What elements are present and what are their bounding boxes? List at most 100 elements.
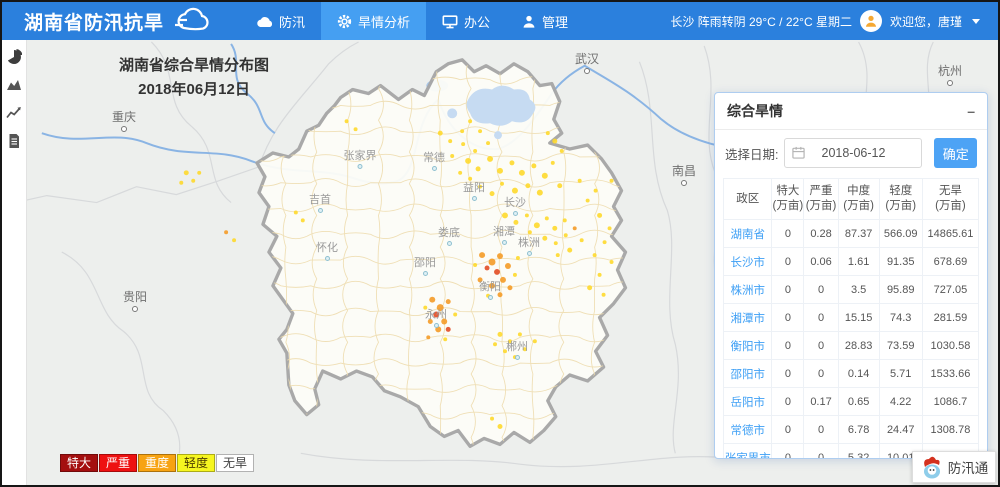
widget-label: 防汛通 bbox=[948, 457, 989, 477]
value-cell: 15.15 bbox=[838, 304, 879, 332]
value-cell: 6.78 bbox=[838, 416, 879, 444]
table-row[interactable]: 衡阳市0028.8373.591030.58 bbox=[724, 332, 979, 360]
area-chart-icon[interactable] bbox=[5, 76, 23, 94]
value-cell: 5.32 bbox=[838, 444, 879, 460]
dropdown-caret-icon[interactable] bbox=[972, 19, 980, 24]
main-nav: 防汛 旱情分析 办公 bbox=[240, 2, 584, 40]
value-cell: 0 bbox=[772, 360, 804, 388]
map-title: 湖南省综合旱情分布图 2018年06月12日 bbox=[54, 54, 334, 102]
legend-item: 特大 bbox=[60, 454, 98, 472]
top-navbar: 湖南省防汛抗旱 防汛 旱情分析 bbox=[2, 2, 998, 40]
value-cell: 4.22 bbox=[879, 388, 922, 416]
value-cell: 1308.78 bbox=[922, 416, 978, 444]
value-cell: 0 bbox=[772, 304, 804, 332]
value-cell: 0 bbox=[804, 416, 838, 444]
value-cell: 0.14 bbox=[838, 360, 879, 388]
panel-title: 综合旱情 bbox=[727, 101, 783, 121]
left-toolbar bbox=[2, 40, 27, 485]
value-cell: 0 bbox=[772, 332, 804, 360]
table-row[interactable]: 株洲市003.595.89727.05 bbox=[724, 276, 979, 304]
nav-item-flood[interactable]: 防汛 bbox=[240, 2, 321, 40]
pie-chart-icon[interactable] bbox=[5, 48, 23, 66]
value-cell: 0.17 bbox=[804, 388, 838, 416]
col-header-extreme: 特大(万亩) bbox=[772, 179, 804, 220]
app-title: 湖南省防汛抗旱 bbox=[24, 8, 164, 35]
value-cell: 1.61 bbox=[838, 248, 879, 276]
drought-summary-panel: 综合旱情 – 选择日期: 确定 bbox=[714, 92, 988, 459]
welcome-text[interactable]: 欢迎您，唐瑾 bbox=[890, 13, 962, 30]
table-row[interactable]: 湘潭市0015.1574.3281.59 bbox=[724, 304, 979, 332]
value-cell: 1030.58 bbox=[922, 332, 978, 360]
region-link[interactable]: 株洲市 bbox=[724, 276, 772, 304]
value-cell: 0.06 bbox=[804, 248, 838, 276]
region-link[interactable]: 湘潭市 bbox=[724, 304, 772, 332]
table-header-row: 政区 特大(万亩) 严重(万亩) 中度(万亩) 轻度(万亩) 无旱(万亩) bbox=[724, 179, 979, 220]
avatar[interactable] bbox=[860, 10, 882, 32]
value-cell: 74.3 bbox=[879, 304, 922, 332]
region-link[interactable]: 邵阳市 bbox=[724, 360, 772, 388]
value-cell: 281.59 bbox=[922, 304, 978, 332]
region-link[interactable]: 衡阳市 bbox=[724, 332, 772, 360]
line-chart-icon[interactable] bbox=[5, 104, 23, 122]
value-cell: 5.71 bbox=[879, 360, 922, 388]
value-cell: 95.89 bbox=[879, 276, 922, 304]
cloud-logo-icon bbox=[170, 7, 210, 35]
mascot-icon bbox=[920, 455, 944, 479]
region-link[interactable]: 张家界市 bbox=[724, 444, 772, 460]
monitor-icon bbox=[442, 14, 458, 29]
value-cell: 0 bbox=[772, 248, 804, 276]
legend-item: 严重 bbox=[99, 454, 137, 472]
table-row[interactable]: 长沙市00.061.6191.35678.69 bbox=[724, 248, 979, 276]
value-cell: 566.09 bbox=[879, 220, 922, 248]
value-cell: 91.35 bbox=[879, 248, 922, 276]
confirm-button[interactable]: 确定 bbox=[934, 138, 977, 168]
nav-label: 旱情分析 bbox=[358, 12, 410, 31]
legend-item: 重度 bbox=[138, 454, 176, 472]
nav-item-office[interactable]: 办公 bbox=[426, 2, 506, 40]
value-cell: 678.69 bbox=[922, 248, 978, 276]
collapse-icon[interactable]: – bbox=[967, 106, 975, 116]
value-cell: 87.37 bbox=[838, 220, 879, 248]
date-label: 选择日期: bbox=[725, 144, 778, 163]
report-document-icon[interactable] bbox=[5, 132, 23, 150]
nav-label: 管理 bbox=[542, 12, 568, 31]
nav-item-drought-analysis[interactable]: 旱情分析 bbox=[321, 2, 426, 40]
table-row[interactable]: 邵阳市000.145.711533.66 bbox=[724, 360, 979, 388]
region-link[interactable]: 湖南省 bbox=[724, 220, 772, 248]
table-row[interactable]: 湖南省00.2887.37566.0914865.61 bbox=[724, 220, 979, 248]
value-cell: 28.83 bbox=[838, 332, 879, 360]
table-row[interactable]: 岳阳市00.170.654.221086.7 bbox=[724, 388, 979, 416]
map-title-line1: 湖南省综合旱情分布图 bbox=[54, 54, 334, 78]
region-link[interactable]: 长沙市 bbox=[724, 248, 772, 276]
value-cell: 3.5 bbox=[838, 276, 879, 304]
fangxuntong-widget[interactable]: 防汛通 bbox=[912, 451, 996, 483]
nav-label: 防汛 bbox=[279, 12, 305, 31]
region-link[interactable]: 常德市 bbox=[724, 416, 772, 444]
col-header-region: 政区 bbox=[724, 179, 772, 220]
value-cell: 0.28 bbox=[804, 220, 838, 248]
gear-icon bbox=[337, 14, 352, 29]
value-cell: 73.59 bbox=[879, 332, 922, 360]
value-cell: 0 bbox=[804, 444, 838, 460]
nav-item-admin[interactable]: 管理 bbox=[506, 2, 584, 40]
value-cell: 1086.7 bbox=[922, 388, 978, 416]
app-window: 湖南省防汛抗旱 防汛 旱情分析 bbox=[0, 0, 1000, 487]
legend-item: 轻度 bbox=[177, 454, 215, 472]
user-icon bbox=[522, 14, 536, 29]
region-link[interactable]: 岳阳市 bbox=[724, 388, 772, 416]
map-title-line2: 2018年06月12日 bbox=[54, 78, 334, 102]
calendar-icon bbox=[792, 146, 805, 159]
date-picker[interactable] bbox=[784, 138, 922, 168]
value-cell: 0 bbox=[772, 444, 804, 460]
cloud-icon bbox=[256, 15, 273, 28]
value-cell: 0 bbox=[772, 416, 804, 444]
value-cell: 0 bbox=[804, 276, 838, 304]
table-row[interactable]: 常德市006.7824.471308.78 bbox=[724, 416, 979, 444]
col-header-light: 轻度(万亩) bbox=[879, 179, 922, 220]
drought-table: 政区 特大(万亩) 严重(万亩) 中度(万亩) 轻度(万亩) 无旱(万亩) 湖南… bbox=[723, 178, 979, 459]
app-logo: 湖南省防汛抗旱 bbox=[2, 7, 240, 35]
value-cell: 0 bbox=[772, 388, 804, 416]
value-cell: 0 bbox=[772, 276, 804, 304]
value-cell: 14865.61 bbox=[922, 220, 978, 248]
value-cell: 0 bbox=[772, 220, 804, 248]
